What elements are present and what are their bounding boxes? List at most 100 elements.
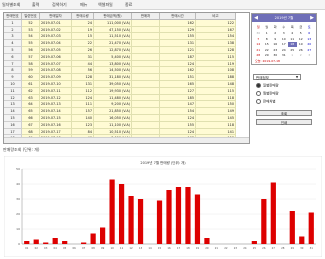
table-row[interactable]: 6 57 2019-07-06 31 5,400 (V.A) 187 115 bbox=[4, 53, 248, 61]
menu-item-menu[interactable]: 메뉴 bbox=[80, 1, 87, 8]
chart-bar bbox=[308, 212, 314, 244]
column-header[interactable]: 일련번호 bbox=[22, 13, 40, 20]
table-cell: 149 bbox=[196, 108, 236, 115]
table-row[interactable]: 4 55 2019-07-04 22 21,470 (V.A) 131 138 bbox=[4, 40, 248, 47]
table-cell: 165 bbox=[160, 81, 196, 88]
table-row[interactable]: 13 64 2019-07-13 111 9,200 (V.A) 147 150 bbox=[4, 101, 248, 109]
table-row[interactable]: 10 61 2019-07-10 131 39,050 (V.A) 165 148 bbox=[4, 81, 248, 88]
table-cell: 147 bbox=[160, 101, 196, 109]
calendar-day[interactable]: 2 bbox=[297, 53, 306, 58]
table-cell: 4 bbox=[4, 40, 22, 47]
table-cell: 16 bbox=[4, 121, 22, 129]
column-header[interactable]: 판매금액(원) bbox=[94, 13, 132, 20]
next-month-button[interactable]: ▶ bbox=[308, 14, 316, 22]
calendar-day[interactable]: 31 bbox=[280, 53, 289, 58]
x-tick-label: 04 bbox=[54, 246, 58, 250]
table-cell: 155 bbox=[160, 121, 196, 129]
calendar-title: 2019년 7월 bbox=[274, 16, 294, 20]
table-cell: 24 bbox=[72, 19, 94, 27]
menu-item-daily[interactable]: 일자별조회 bbox=[2, 1, 20, 8]
chart-bar bbox=[81, 242, 87, 244]
table-row[interactable]: 3 54 2019-07-03 15 11,510 (V.A) 155 154 bbox=[4, 33, 248, 41]
menu-item-search[interactable]: 검색하기 bbox=[52, 1, 67, 8]
table-row[interactable]: 9 60 2019-07-09 128 31,180 (V.A) 151 188 bbox=[4, 74, 248, 81]
table-cell: 56 bbox=[22, 47, 40, 54]
radio-dot-icon bbox=[256, 91, 261, 96]
table-row[interactable]: 1 52 2019-07-01 24 111,000 (V.A) 162 122 bbox=[4, 19, 248, 27]
table-cell bbox=[132, 47, 160, 54]
table-cell: 47,150 (V.A) bbox=[94, 26, 132, 34]
column-header[interactable]: 판매수량 bbox=[72, 13, 94, 20]
menu-item-print[interactable]: 출력 bbox=[32, 1, 39, 8]
table-cell bbox=[132, 87, 160, 95]
report-type-select[interactable]: 판매정보 ▼ bbox=[253, 74, 301, 80]
radio-vendor[interactable]: 판매처별 bbox=[256, 99, 275, 105]
table-cell: 21,850 (V.A) bbox=[94, 108, 132, 115]
table-row[interactable]: 11 62 2019-07-11 112 19,930 (V.A) 127 115 bbox=[4, 87, 248, 95]
table-cell: 5,400 (V.A) bbox=[94, 53, 132, 61]
table-cell: 52 bbox=[22, 19, 40, 27]
table-cell: 60 bbox=[22, 74, 40, 81]
table-cell: 68 bbox=[22, 128, 40, 136]
print-button[interactable]: 인쇄 bbox=[256, 119, 312, 125]
chart-bar bbox=[194, 194, 201, 244]
table-cell: 128 bbox=[72, 74, 94, 81]
column-header[interactable]: 판매시간 bbox=[160, 13, 196, 20]
sales-grid[interactable]: 판매번호 일련번호 판매일자 판매수량 판매금액(원) 판매처 판매시간 비고 1 52 2019-… bbox=[3, 12, 250, 144]
table-row[interactable]: 15 66 2019-07-15 140 16,050 (V.A) 124 145 bbox=[4, 115, 248, 122]
calendar-day[interactable]: 1 bbox=[288, 53, 297, 58]
table-row[interactable]: 2 53 2019-07-02 19 47,150 (V.A) 129 167 bbox=[4, 26, 248, 34]
table-cell: 15 bbox=[4, 115, 22, 122]
chevron-down-icon: ▼ bbox=[295, 75, 299, 79]
table-cell: 185 bbox=[160, 94, 196, 102]
query-button[interactable]: 조회 bbox=[256, 110, 312, 116]
table-cell: 9,200 (V.A) bbox=[94, 101, 132, 109]
table-cell: 8 bbox=[4, 67, 22, 75]
table-cell: 2019-07-04 bbox=[40, 40, 72, 47]
column-header[interactable]: 판매일자 bbox=[40, 13, 72, 20]
table-cell: 2019-07-15 bbox=[40, 115, 72, 122]
x-tick-label: 03 bbox=[44, 246, 48, 250]
table-cell: 14,500 (V.A) bbox=[94, 67, 132, 75]
calendar-day[interactable]: 3 bbox=[305, 53, 314, 58]
column-header[interactable]: 비고 bbox=[196, 13, 236, 20]
column-header[interactable]: 판매처 bbox=[132, 13, 160, 20]
table-row[interactable]: 14 65 2019-07-14 157 21,850 (V.A) 154 149 bbox=[4, 108, 248, 115]
table-cell: 11,510 (V.A) bbox=[94, 33, 132, 41]
table-row[interactable]: 16 67 2019-07-16 123 11,100 (V.A) 155 118 bbox=[4, 121, 248, 129]
table-row[interactable]: 7 58 2019-07-07 44 13,800 (V.A) 124 119 bbox=[4, 60, 248, 68]
column-header[interactable]: 판매번호 bbox=[4, 13, 22, 20]
calendar-day[interactable]: 30 bbox=[271, 53, 280, 58]
table-cell: 129 bbox=[160, 26, 196, 34]
calendar-today[interactable]: 오늘: 2019-07-18 bbox=[255, 59, 280, 63]
menu-item-excel[interactable]: 엑셀파일 bbox=[98, 1, 113, 8]
table-cell: 154 bbox=[160, 108, 196, 115]
table-row[interactable]: 5 56 2019-07-05 26 12,870 (V.A) 121 128 bbox=[4, 47, 248, 54]
radio-monthly[interactable]: 월별판매량 bbox=[256, 91, 279, 97]
calendar-day[interactable]: 28 bbox=[254, 53, 263, 58]
menu-item-exit[interactable]: 종료 bbox=[125, 1, 132, 8]
chart-bar bbox=[166, 190, 172, 244]
table-cell: 2 bbox=[4, 26, 22, 34]
table-cell: 11 bbox=[4, 87, 22, 95]
table-row[interactable]: 17 68 2019-07-17 84 10,510 (V.A) 124 141 bbox=[4, 128, 248, 136]
x-tick-label: 21 bbox=[215, 246, 219, 250]
chart-bar bbox=[62, 241, 68, 244]
x-tick-label: 16 bbox=[167, 246, 171, 250]
table-cell: 115 bbox=[196, 87, 236, 95]
horizontal-scrollbar[interactable] bbox=[4, 137, 249, 143]
table-cell: 11,480 (V.A) bbox=[94, 94, 132, 102]
prev-month-button[interactable]: ◀ bbox=[252, 14, 260, 22]
radio-daily[interactable]: 일별판매량 bbox=[256, 83, 279, 89]
table-cell: 54 bbox=[22, 33, 40, 41]
table-row[interactable]: 12 63 2019-07-12 124 11,480 (V.A) 185 118 bbox=[4, 94, 248, 102]
table-cell: 59 bbox=[22, 67, 40, 75]
chart-bar bbox=[128, 196, 134, 244]
table-cell: 14 bbox=[4, 108, 22, 115]
table-cell: 2019-07-17 bbox=[40, 128, 72, 136]
calendar-day[interactable]: 29 bbox=[263, 53, 272, 58]
x-tick-label: 07 bbox=[82, 246, 86, 250]
table-cell: 13,800 (V.A) bbox=[94, 60, 132, 68]
table-row[interactable]: 8 59 2019-07-08 56 14,500 (V.A) 162 108 bbox=[4, 67, 248, 75]
chart-bar bbox=[43, 242, 49, 244]
